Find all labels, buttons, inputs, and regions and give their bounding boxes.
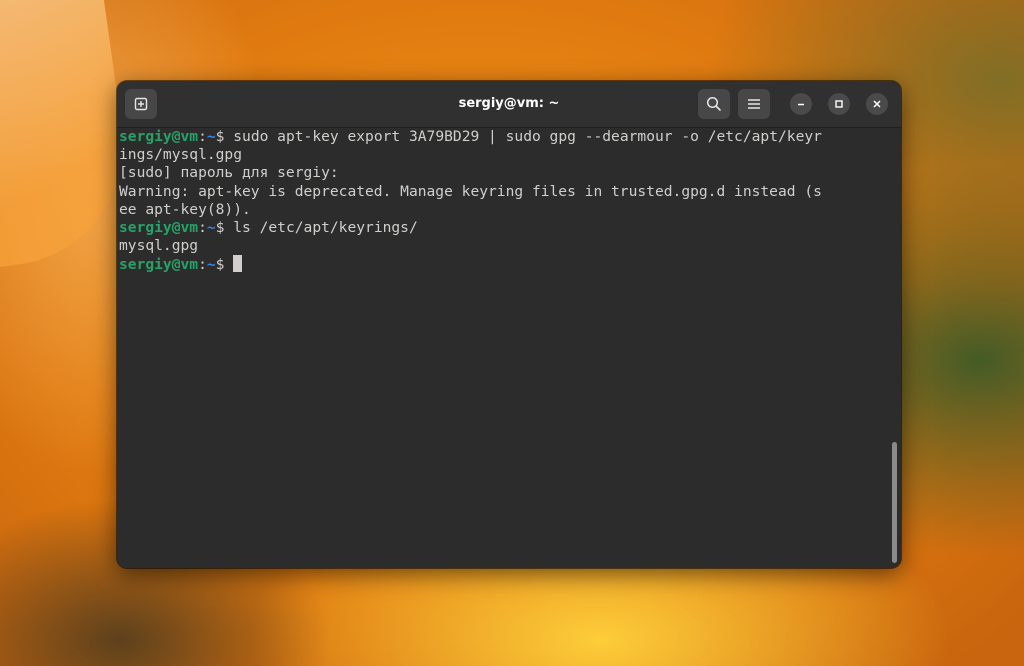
command-text: sudo apt-key export 3A79BD29 | sudo gpg … bbox=[233, 128, 822, 145]
prompt-line: sergiy@vm:~$ sudo apt-key export 3A79BD2… bbox=[119, 128, 901, 146]
prompt-separator: : bbox=[198, 218, 207, 236]
prompt-user: sergiy@vm bbox=[119, 256, 199, 274]
prompt-symbol: $ bbox=[215, 256, 234, 274]
window-title: sergiy@vm: ~ bbox=[458, 96, 560, 111]
output-line: Warning: apt-key is deprecated. Manage k… bbox=[119, 182, 822, 200]
prompt-path: ~ bbox=[206, 218, 216, 236]
prompt-symbol: $ bbox=[215, 218, 234, 236]
prompt-user: sergiy@vm bbox=[119, 128, 199, 145]
search-icon bbox=[706, 96, 721, 111]
titlebar: sergiy@vm: ~ bbox=[117, 81, 901, 128]
prompt-symbol: $ bbox=[215, 128, 234, 145]
terminal-output[interactable]: sergiy@vm:~$ sudo apt-key export 3A79BD2… bbox=[117, 128, 901, 568]
search-button[interactable] bbox=[698, 89, 730, 119]
output-line: ee apt-key(8)). bbox=[119, 200, 251, 218]
hamburger-menu-icon bbox=[748, 99, 760, 109]
output-line: mysql.gpg bbox=[119, 237, 199, 255]
prompt-line: sergiy@vm:~$ bbox=[119, 255, 901, 273]
minimize-button[interactable] bbox=[790, 93, 812, 115]
scrollbar[interactable] bbox=[892, 442, 897, 563]
prompt-user: sergiy@vm bbox=[119, 218, 199, 236]
close-button[interactable] bbox=[866, 93, 888, 115]
text-cursor bbox=[233, 255, 243, 273]
output-line: [sudo] пароль для sergiy: bbox=[119, 164, 339, 182]
prompt-path: ~ bbox=[206, 128, 216, 145]
command-text: ls /etc/apt/keyrings/ bbox=[233, 218, 418, 236]
prompt-separator: : bbox=[198, 128, 207, 145]
prompt-path: ~ bbox=[206, 256, 216, 274]
menu-button[interactable] bbox=[738, 89, 770, 119]
prompt-separator: : bbox=[198, 256, 207, 274]
maximize-button[interactable] bbox=[828, 93, 850, 115]
minimize-icon bbox=[798, 103, 804, 106]
close-icon bbox=[873, 100, 881, 108]
prompt-line: sergiy@vm:~$ ls /etc/apt/keyrings/ bbox=[119, 219, 901, 237]
terminal-window: sergiy@vm: ~ sergiy@vm:~$ sudo apt-key e… bbox=[117, 81, 901, 568]
maximize-icon bbox=[835, 100, 843, 108]
output-line: ings/mysql.gpg bbox=[119, 146, 243, 164]
